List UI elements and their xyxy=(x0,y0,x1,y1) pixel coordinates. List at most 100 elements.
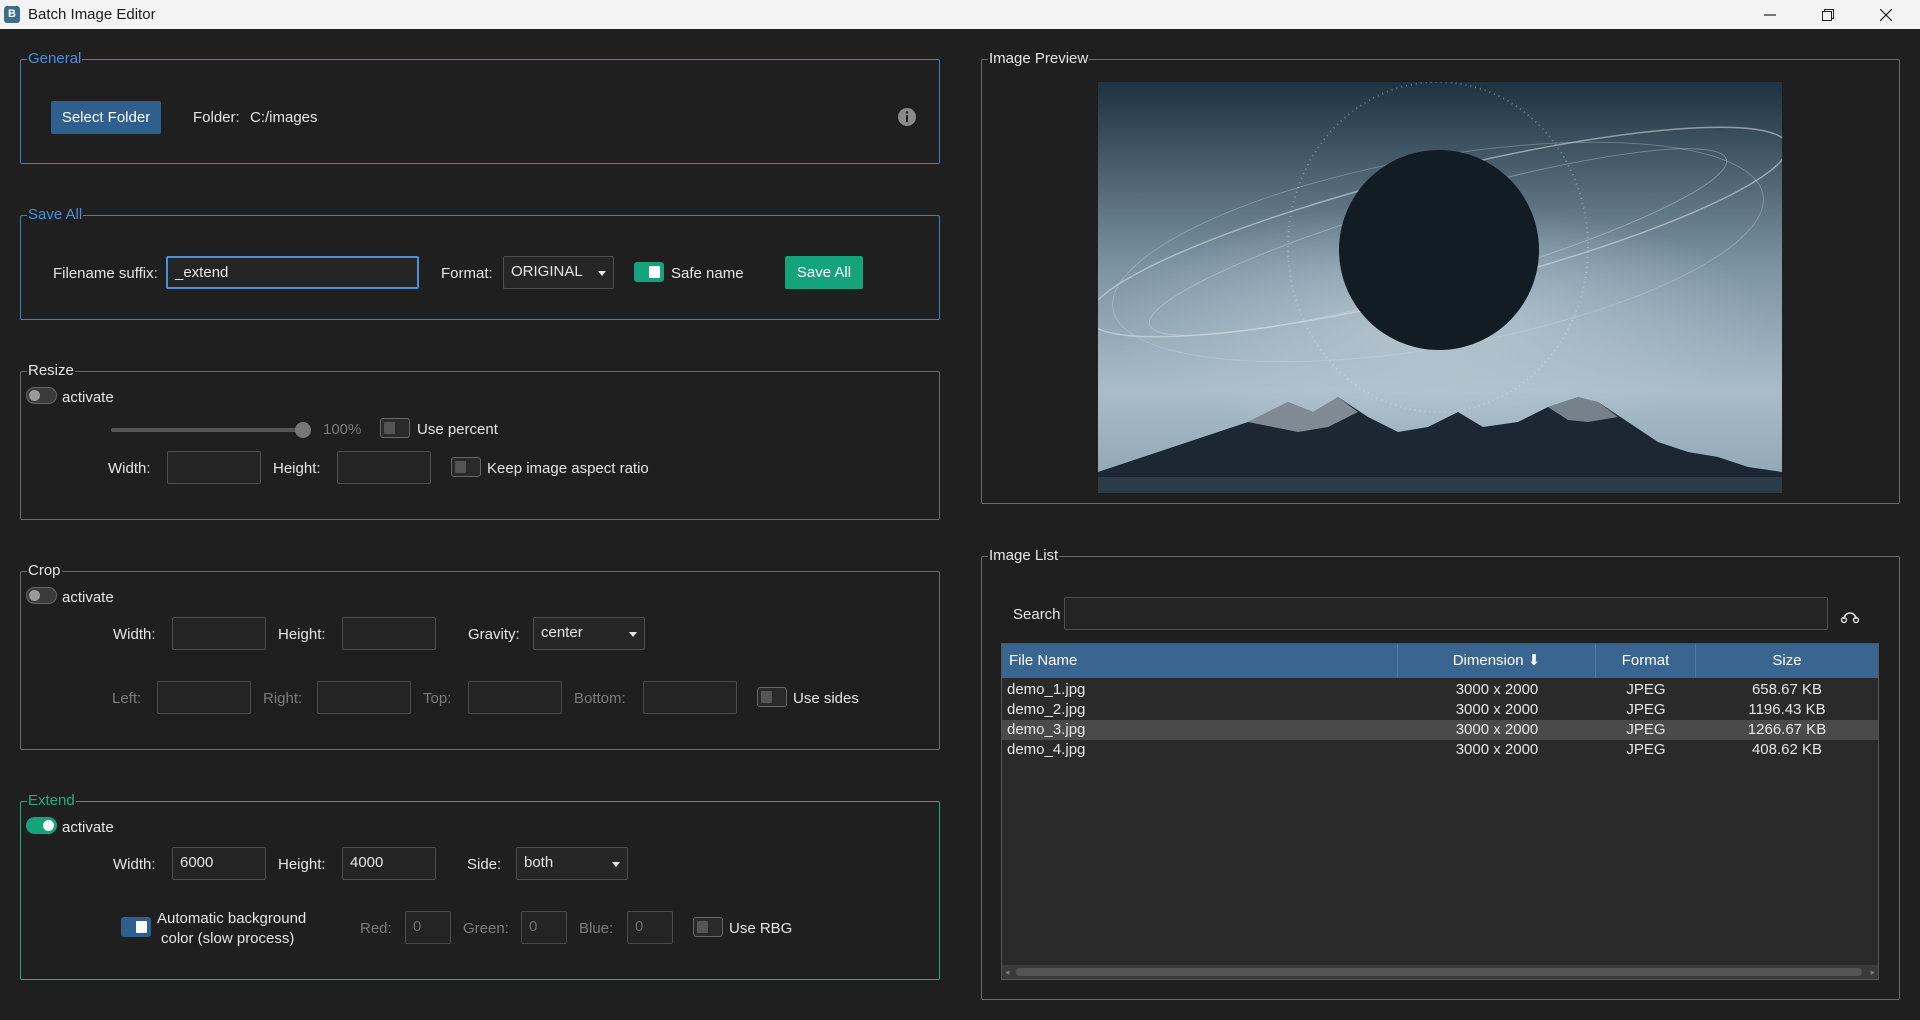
use-percent-checkbox[interactable] xyxy=(380,418,410,438)
minimize-icon xyxy=(1764,13,1776,16)
crop-group: Crop activate Width: Height: Gravity: ce… xyxy=(20,562,940,750)
column-dimension-label: Dimension xyxy=(1452,652,1524,669)
restore-icon xyxy=(1822,8,1834,21)
extend-group: Extend activate Width: 6000 Height: 4000… xyxy=(20,792,940,980)
chevron-down-icon xyxy=(629,632,637,637)
column-size[interactable]: Size xyxy=(1696,644,1878,678)
use-rgb-checkbox[interactable] xyxy=(693,917,723,937)
crop-bottom-input[interactable] xyxy=(643,681,737,714)
blue-label: Blue: xyxy=(579,920,614,937)
sort-down-arrow-icon: ⬇ xyxy=(1527,652,1541,669)
cell-file-name: demo_1.jpg xyxy=(1007,681,1086,698)
window-title: Batch Image Editor xyxy=(28,6,156,23)
resize-activate-label: activate xyxy=(62,389,114,406)
auto-background-checkbox[interactable] xyxy=(121,917,151,937)
cell-dimension: 3000 x 2000 xyxy=(1455,681,1539,698)
cell-file-name: demo_3.jpg xyxy=(1007,721,1086,738)
crop-width-label: Width: xyxy=(113,626,156,643)
gravity-label: Gravity: xyxy=(468,626,520,643)
green-input[interactable]: 0 xyxy=(521,911,567,944)
use-sides-label: Use sides xyxy=(793,690,859,707)
image-preview-group: Image Preview xyxy=(981,50,1900,504)
auto-background-label-line1: Automatic background xyxy=(157,910,307,927)
resize-group: Resize activate 100% Use percent Width: … xyxy=(20,362,940,520)
safe-name-label: Safe name xyxy=(671,265,744,282)
table-row[interactable]: demo_2.jpg 3000 x 2000 JPEG 1196.43 KB xyxy=(1002,700,1878,720)
select-folder-button[interactable]: Select Folder xyxy=(51,101,161,134)
save-all-button[interactable]: Save All xyxy=(785,256,863,289)
crop-width-input[interactable] xyxy=(172,617,266,650)
image-table: File Name Dimension ⬇ Format Size demo_1… xyxy=(1001,643,1879,980)
crop-legend: Crop xyxy=(27,562,62,579)
title-bar: B Batch Image Editor xyxy=(0,0,1920,29)
suffix-label: Filename suffix: xyxy=(53,265,158,282)
extend-height-label: Height: xyxy=(278,856,326,873)
save-all-legend: Save All xyxy=(27,206,84,223)
use-sides-checkbox[interactable] xyxy=(757,687,787,707)
chevron-down-icon xyxy=(612,862,620,867)
gravity-select-value: center xyxy=(541,624,583,641)
cell-file-name: demo_4.jpg xyxy=(1007,741,1086,758)
extend-activate-label: activate xyxy=(62,819,114,836)
crop-height-input[interactable] xyxy=(342,617,436,650)
general-legend: General xyxy=(27,50,83,67)
table-row[interactable]: demo_4.jpg 3000 x 2000 JPEG 408.62 KB xyxy=(1002,740,1878,760)
crop-activate-label: activate xyxy=(62,589,114,606)
folder-label: Folder: xyxy=(193,109,240,126)
extend-height-input[interactable]: 4000 xyxy=(342,847,436,880)
resize-width-input[interactable] xyxy=(167,451,261,484)
close-button[interactable] xyxy=(1857,0,1915,29)
keep-ratio-checkbox[interactable] xyxy=(451,457,481,477)
extend-activate-toggle[interactable] xyxy=(26,817,57,834)
scrollbar-thumb[interactable] xyxy=(1016,968,1862,976)
format-label: Format: xyxy=(441,265,493,282)
column-format[interactable]: Format xyxy=(1596,644,1696,678)
resize-height-label: Height: xyxy=(273,460,321,477)
cell-format: JPEG xyxy=(1626,701,1666,718)
column-dimension[interactable]: Dimension ⬇ xyxy=(1398,644,1596,678)
restore-button[interactable] xyxy=(1799,0,1857,29)
crop-activate-toggle[interactable] xyxy=(26,587,57,604)
column-file-name[interactable]: File Name xyxy=(1002,644,1398,678)
close-icon xyxy=(1880,8,1892,21)
preview-image xyxy=(1098,82,1782,493)
gravity-select[interactable]: center xyxy=(533,617,645,650)
crop-top-input[interactable] xyxy=(468,681,562,714)
crop-bottom-label: Bottom: xyxy=(574,690,626,707)
table-row[interactable]: demo_1.jpg 3000 x 2000 JPEG 658.67 KB xyxy=(1002,680,1878,700)
format-select-value: ORIGINAL xyxy=(511,263,583,280)
extend-legend: Extend xyxy=(27,792,76,809)
auto-background-label-line2: color (slow process) xyxy=(161,930,295,947)
scroll-right-icon[interactable]: ▸ xyxy=(1870,967,1875,978)
cell-dimension: 3000 x 2000 xyxy=(1455,741,1539,758)
horizontal-scrollbar[interactable]: ◂ ▸ xyxy=(1002,965,1878,979)
crop-right-label: Right: xyxy=(263,690,303,707)
side-select[interactable]: both xyxy=(516,847,628,880)
blue-input[interactable]: 0 xyxy=(627,911,673,944)
crop-top-label: Top: xyxy=(423,690,452,707)
image-list-legend: Image List xyxy=(988,547,1060,564)
extend-width-input[interactable]: 6000 xyxy=(172,847,266,880)
crop-left-input[interactable] xyxy=(157,681,251,714)
resize-percent-slider[interactable] xyxy=(111,422,311,438)
table-row[interactable]: demo_3.jpg 3000 x 2000 JPEG 1266.67 KB xyxy=(1002,720,1878,740)
safe-name-checkbox[interactable] xyxy=(634,262,664,282)
save-all-group: Save All Filename suffix: _extend Format… xyxy=(20,206,940,320)
info-icon[interactable] xyxy=(897,107,917,127)
minimize-button[interactable] xyxy=(1741,0,1799,29)
scroll-left-icon[interactable]: ◂ xyxy=(1005,967,1010,978)
resize-percent-value: 100% xyxy=(323,421,362,438)
crop-right-input[interactable] xyxy=(317,681,411,714)
folder-path: C:/images xyxy=(250,109,318,126)
use-rgb-label: Use RBG xyxy=(729,920,793,937)
cell-size: 1196.43 KB xyxy=(1748,701,1826,718)
keep-ratio-label: Keep image aspect ratio xyxy=(487,460,649,477)
search-input[interactable] xyxy=(1064,597,1828,630)
reset-search-icon[interactable] xyxy=(1840,607,1860,625)
suffix-input[interactable]: _extend xyxy=(166,256,419,289)
format-select[interactable]: ORIGINAL xyxy=(503,256,614,289)
slider-handle[interactable] xyxy=(295,422,311,438)
red-input[interactable]: 0 xyxy=(405,911,451,944)
resize-height-input[interactable] xyxy=(337,451,431,484)
resize-activate-toggle[interactable] xyxy=(26,387,57,404)
